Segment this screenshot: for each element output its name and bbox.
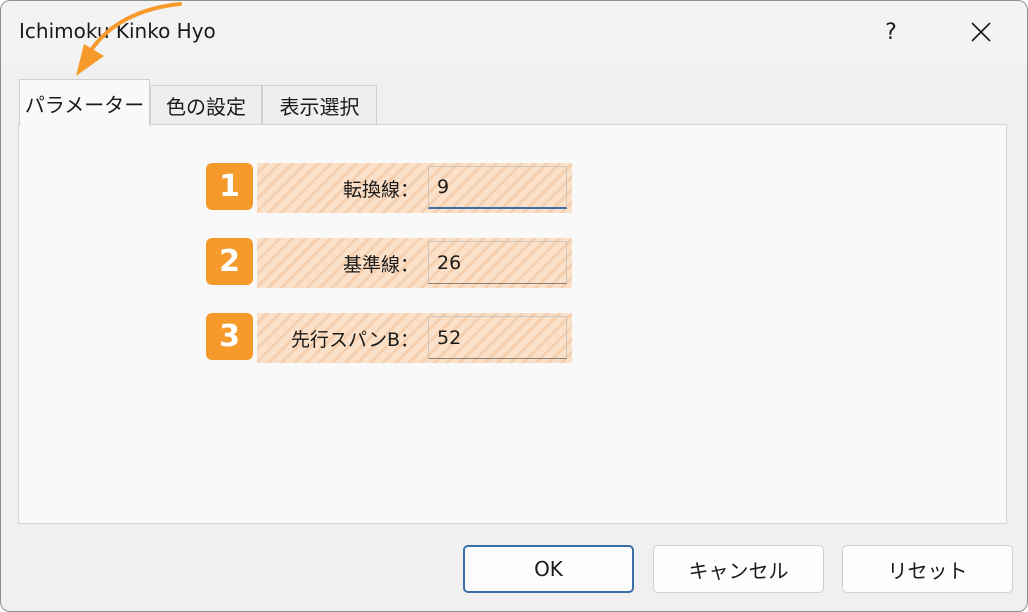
close-icon (971, 22, 991, 42)
step-badge: 2 (206, 238, 253, 285)
tenkan-label: 転換線： (342, 178, 419, 201)
help-button[interactable]: ? (871, 9, 911, 55)
reset-button[interactable]: リセット (842, 545, 1013, 593)
step-badge: 3 (206, 313, 253, 360)
step-badge: 1 (206, 163, 253, 210)
tab-parameters[interactable]: パラメーター (19, 79, 150, 126)
tab-color-settings[interactable]: 色の設定 (150, 85, 262, 125)
tenkan-input[interactable]: 9 (428, 166, 567, 209)
senkou-span-b-label: 先行スパンB： (291, 328, 419, 351)
window-title: Ichimoku Kinko Hyo (19, 19, 216, 43)
title-bar: Ichimoku Kinko Hyo ? (1, 1, 1027, 63)
close-button[interactable] (951, 9, 1011, 55)
dialog-window: Ichimoku Kinko Hyo ? パラメーター 色の設定 表示選択 1 … (0, 0, 1028, 612)
parameters-panel: 1 転換線： 9 2 基準線： 26 3 先行スパンB： 52 (18, 124, 1007, 524)
senkou-span-b-input[interactable]: 52 (428, 316, 567, 359)
kijun-input[interactable]: 26 (428, 241, 567, 284)
tab-display-selection[interactable]: 表示選択 (262, 85, 377, 125)
ok-button[interactable]: OK (463, 545, 634, 593)
kijun-label: 基準線： (342, 253, 419, 276)
cancel-button[interactable]: キャンセル (653, 545, 824, 593)
